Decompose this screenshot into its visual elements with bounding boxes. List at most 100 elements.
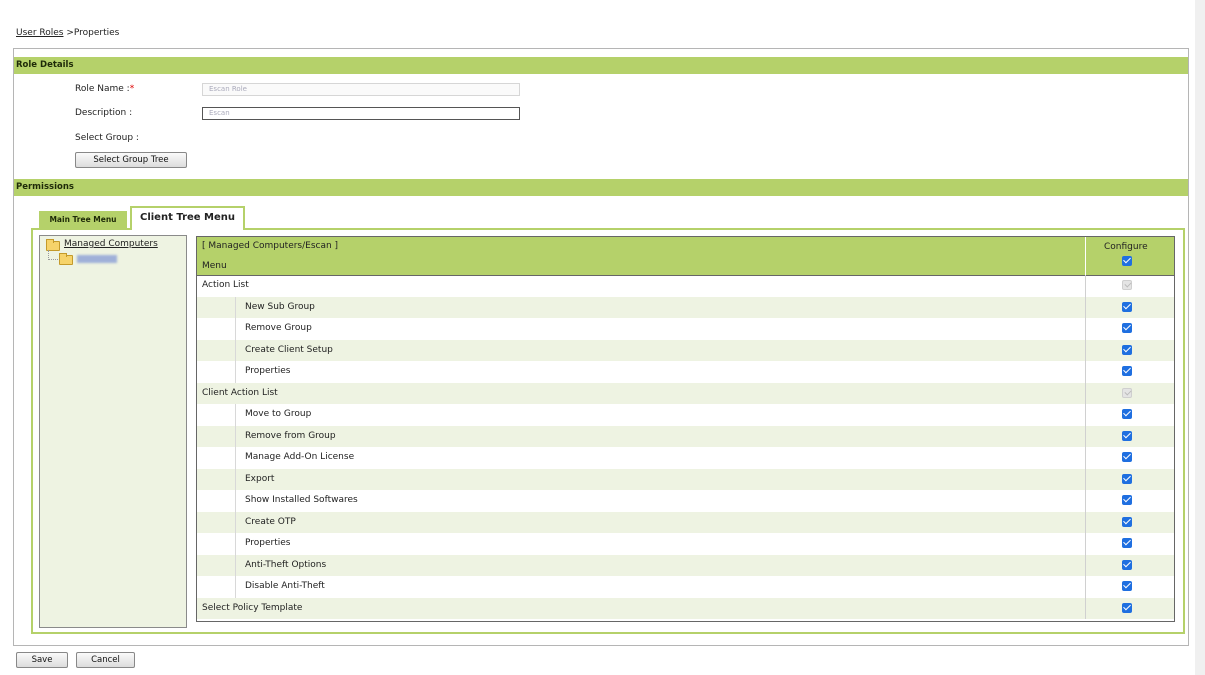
menu-item-label: Show Installed Softwares: [245, 495, 358, 505]
tab-main-tree-menu[interactable]: Main Tree Menu: [39, 211, 127, 228]
configure-checkbox[interactable]: [1122, 387, 1132, 398]
breadcrumb-link-user-roles[interactable]: User Roles: [16, 28, 63, 38]
indent-divider: [235, 296, 236, 318]
configure-checkbox[interactable]: [1122, 516, 1132, 527]
configure-checkbox[interactable]: [1122, 473, 1132, 484]
column-divider: [1085, 318, 1086, 340]
group-tree-panel: Managed Computers: [39, 235, 187, 628]
menu-item-label: Action List: [202, 280, 249, 290]
table-row: Disable Anti-Theft: [197, 576, 1174, 598]
configure-checkbox[interactable]: [1122, 344, 1132, 355]
configure-checkbox[interactable]: [1122, 366, 1132, 376]
menu-item-label: Anti-Theft Options: [245, 559, 327, 570]
configure-checkbox[interactable]: [1122, 280, 1132, 290]
required-asterisk: *: [129, 84, 135, 94]
indent-divider: [235, 576, 236, 598]
menu-item-label: Properties: [245, 538, 291, 548]
table-row: Anti-Theft Options: [197, 554, 1174, 576]
column-divider: [1085, 576, 1086, 598]
table-row: Action List: [197, 275, 1174, 297]
column-divider: [1085, 511, 1086, 533]
select-group-label: Select Group :: [75, 133, 139, 143]
menu-item-label: Move to Group: [245, 409, 312, 419]
column-divider: [1085, 361, 1086, 383]
indent-divider: [235, 447, 236, 469]
table-header: [ Managed Computers/Escan ] Menu Configu…: [197, 237, 1174, 276]
table-row: Client Action List: [197, 382, 1174, 404]
breadcrumb: User Roles >Properties: [16, 28, 119, 38]
table-row: Show Installed Softwares: [197, 490, 1174, 512]
configure-checkbox[interactable]: [1122, 323, 1132, 333]
table-row: Select Policy Template: [197, 597, 1174, 619]
configure-checkbox[interactable]: [1122, 559, 1132, 570]
column-divider: [1085, 404, 1086, 426]
role-details-header: Role Details: [14, 57, 1188, 74]
table-row: Manage Add-On License: [197, 447, 1174, 469]
configure-checkbox[interactable]: [1122, 301, 1132, 312]
header-column-divider: [1085, 237, 1086, 275]
save-button[interactable]: Save: [16, 652, 68, 668]
role-name-label: Role Name :*: [75, 84, 134, 94]
role-name-label-text: Role Name :: [75, 84, 130, 94]
menu-item-label: New Sub Group: [245, 301, 315, 312]
indent-divider: [235, 361, 236, 383]
menu-item-label: Remove Group: [245, 323, 312, 333]
menu-item-label: Manage Add-On License: [245, 452, 355, 462]
tree-node-escan[interactable]: [77, 255, 117, 263]
configure-all-checkbox[interactable]: [1122, 256, 1132, 266]
configure-checkbox[interactable]: [1122, 495, 1132, 505]
configure-checkbox[interactable]: [1122, 581, 1132, 591]
configure-checkbox[interactable]: [1122, 430, 1132, 441]
indent-divider: [235, 468, 236, 490]
table-row: Move to Group: [197, 404, 1174, 426]
select-group-tree-button[interactable]: Select Group Tree: [75, 152, 187, 168]
indent-divider: [235, 490, 236, 512]
table-row: Properties: [197, 533, 1174, 555]
indent-divider: [235, 425, 236, 447]
column-divider: [1085, 275, 1086, 297]
menu-item-label: Export: [245, 473, 275, 484]
selected-group-path: [ Managed Computers/Escan ]: [202, 241, 339, 251]
configure-checkbox[interactable]: [1122, 602, 1132, 613]
configure-checkbox[interactable]: [1122, 452, 1132, 462]
role-properties-panel: Role Details Role Name :* Escan Role Des…: [13, 48, 1189, 646]
table-row: Create Client Setup: [197, 339, 1174, 361]
indent-divider: [235, 339, 236, 361]
indent-divider: [235, 318, 236, 340]
table-row: Export: [197, 468, 1174, 490]
column-divider: [1085, 425, 1086, 447]
breadcrumb-current: Properties: [73, 28, 120, 38]
menu-column-header: Menu: [202, 261, 227, 271]
permissions-header: Permissions: [14, 179, 1188, 196]
cancel-button[interactable]: Cancel: [76, 652, 135, 668]
window-scrollbar-strip: [1195, 0, 1205, 675]
role-name-field[interactable]: Escan Role: [202, 83, 520, 96]
column-divider: [1085, 597, 1086, 619]
configure-column-header: Configure: [1104, 242, 1148, 252]
folder-icon: [59, 253, 73, 265]
table-row: New Sub Group: [197, 296, 1174, 318]
menu-item-label: Create OTP: [245, 516, 296, 527]
menu-item-label: Remove from Group: [245, 430, 336, 441]
column-divider: [1085, 296, 1086, 318]
menu-item-label: Properties: [245, 366, 291, 376]
column-divider: [1085, 382, 1086, 404]
breadcrumb-separator: >: [63, 28, 74, 38]
menu-item-label: Select Policy Template: [202, 602, 303, 613]
column-divider: [1085, 554, 1086, 576]
configure-checkbox[interactable]: [1122, 409, 1132, 419]
permissions-table: [ Managed Computers/Escan ] Menu Configu…: [196, 236, 1175, 622]
tab-client-tree-menu[interactable]: Client Tree Menu: [130, 206, 245, 230]
table-row: Remove Group: [197, 318, 1174, 340]
indent-divider: [235, 404, 236, 426]
configure-checkbox[interactable]: [1122, 538, 1132, 548]
tree-node-managed-computers[interactable]: Managed Computers: [64, 239, 158, 249]
menu-item-label: Create Client Setup: [245, 344, 333, 355]
indent-divider: [235, 554, 236, 576]
indent-divider: [235, 511, 236, 533]
menu-item-label: Disable Anti-Theft: [245, 581, 325, 591]
table-row: Properties: [197, 361, 1174, 383]
column-divider: [1085, 533, 1086, 555]
table-row: Remove from Group: [197, 425, 1174, 447]
description-field[interactable]: Escan: [202, 107, 520, 120]
